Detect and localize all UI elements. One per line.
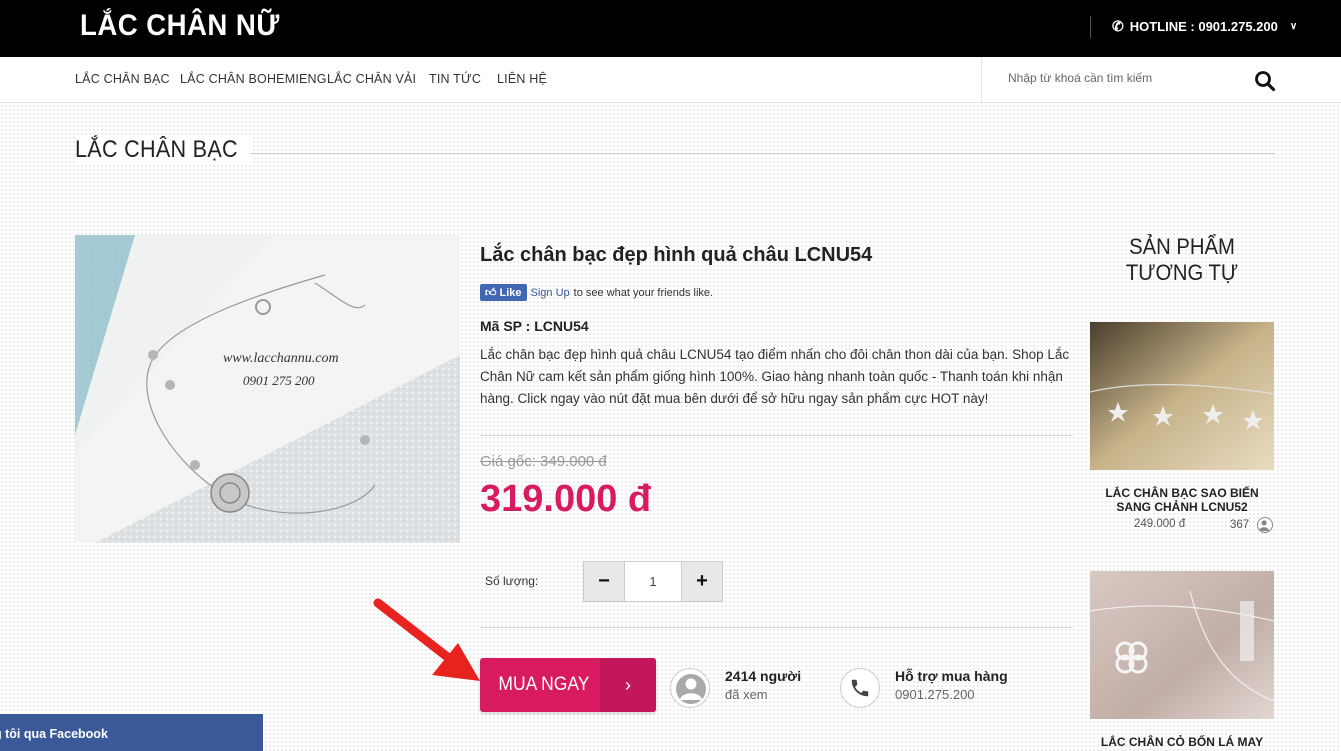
facebook-like-widget: 👍︎ Like Sign Up to see what your friends…	[480, 284, 713, 301]
product-sku: Mã SP : LCNU54	[480, 318, 589, 334]
hotline-label: HOTLINE : 0901.275.200	[1129, 19, 1278, 34]
facebook-like-button[interactable]: 👍︎ Like	[480, 284, 527, 301]
related-product-name[interactable]: LẮC CHÂN BẠC SAO BIỂN SANG CHẢNH LCNU52	[1090, 486, 1274, 514]
phone-icon	[840, 668, 880, 708]
chevron-right-icon: ›	[600, 658, 656, 712]
facebook-chat-bar[interactable]: g tôi qua Facebook	[0, 714, 263, 751]
support-title: Hỗ trợ mua hàng	[895, 668, 1008, 684]
divider	[1090, 16, 1091, 38]
divider	[480, 435, 1073, 436]
nav-item-lac-chan-bac[interactable]: LẮC CHÂN BẠC	[75, 72, 170, 86]
buy-now-button[interactable]: MUA NGAY ›	[480, 658, 656, 712]
buy-now-label: MUA NGAY	[498, 674, 590, 695]
related-product-meta: 249.000 đ 367	[1090, 517, 1274, 537]
related-product-card[interactable]: LẮC CHÂN BẠC SAO BIỂN SANG CHẢNH LCNU52 …	[1090, 322, 1274, 537]
facebook-like-text: to see what your friends like.	[573, 286, 714, 299]
chevron-down-icon: ∨	[1289, 21, 1298, 32]
nav-item-lac-chan-bohemieng[interactable]: LẮC CHÂN BOHEMIENG	[180, 72, 327, 86]
related-product-image[interactable]	[1090, 571, 1274, 719]
related-product-image[interactable]	[1090, 322, 1274, 470]
search-bar	[981, 57, 1341, 103]
quantity-label: Số lượng:	[485, 574, 539, 588]
facebook-chat-label: g tôi qua Facebook	[0, 727, 108, 741]
related-product-views: 367	[1230, 519, 1250, 531]
main-nav: LẮC CHÂN BẠC LẮC CHÂN BOHEMIENG LẮC CHÂN…	[0, 57, 1341, 103]
original-price: Giá gốc: 349.000 đ	[480, 453, 607, 470]
page-title: LẮC CHÂN BẠC	[75, 136, 251, 164]
thumbs-up-icon: 👍︎	[485, 287, 497, 299]
nav-item-lac-chan-vai[interactable]: LẮC CHÂN VẢI	[327, 72, 416, 86]
search-input[interactable]	[1008, 71, 1238, 85]
sale-price: 319.000 đ	[480, 478, 652, 520]
hotline-dropdown[interactable]: ✆ HOTLINE : 0901.275.200 ∨	[1112, 18, 1297, 35]
related-products-title: SẢN PHẨM TƯƠNG TỰ	[1125, 234, 1239, 285]
product-name: Lắc chân bạc đẹp hình quả châu LCNU54	[480, 244, 873, 266]
product-photo	[75, 235, 460, 543]
title-divider	[250, 153, 1275, 154]
nav-item-lien-he[interactable]: LIÊN HỆ	[497, 72, 547, 86]
phone-icon: ✆	[1112, 18, 1124, 34]
red-arrow-annotation	[373, 598, 480, 681]
user-icon	[1257, 517, 1273, 533]
nav-item-tin-tuc[interactable]: TIN TỨC	[429, 72, 481, 86]
view-count-label: đã xem	[725, 687, 768, 702]
divider	[480, 627, 1073, 628]
watermark-phone: 0901 275 200	[243, 373, 315, 388]
quantity-increase-button[interactable]: +	[682, 562, 722, 601]
quantity-decrease-button[interactable]: −	[584, 562, 624, 601]
watermark-url: www.lacchannu.com	[223, 351, 339, 366]
related-product-name[interactable]: LẮC CHÂN CỎ BỐN LÁ MAY	[1090, 735, 1274, 749]
quantity-input[interactable]	[624, 562, 682, 601]
search-icon[interactable]	[1254, 70, 1276, 92]
top-bar: LẮC CHÂN NỮ ✆ HOTLINE : 0901.275.200 ∨	[0, 0, 1341, 57]
related-product-price: 249.000 đ	[1134, 518, 1186, 530]
view-count: 2414 người	[725, 668, 802, 684]
facebook-signup-link[interactable]: Sign Up	[531, 287, 570, 299]
site-logo[interactable]: LẮC CHÂN NỮ	[80, 9, 280, 43]
quantity-stepper: − +	[583, 561, 723, 602]
user-icon	[670, 668, 710, 708]
product-image[interactable]: www.lacchannu.com 0901 275 200	[75, 235, 460, 543]
product-description: Lắc chân bạc đẹp hình quả châu LCNU54 tạ…	[480, 347, 1070, 406]
support-phone[interactable]: 0901.275.200	[895, 687, 975, 702]
related-product-card[interactable]: LẮC CHÂN CỎ BỐN LÁ MAY	[1090, 571, 1274, 749]
